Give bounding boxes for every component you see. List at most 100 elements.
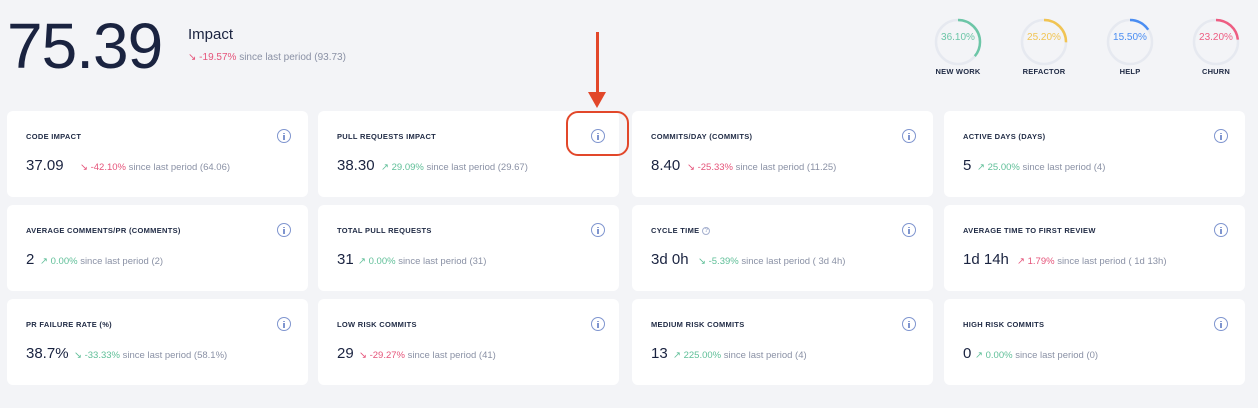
metric-value: 38.30 <box>337 157 375 174</box>
donut-new-work[interactable]: 36.10% NEW WORK <box>931 17 982 79</box>
metric-change-text: since last period ( 3d 4h) <box>741 256 846 267</box>
trend-up-icon: ↗ <box>673 350 681 361</box>
impact-change-percent: -19.57% <box>199 52 237 63</box>
metric-value: 13 <box>651 345 668 362</box>
impact-score: 75.39 <box>7 10 163 82</box>
trend-down-icon: ↘ <box>698 256 706 267</box>
metric-title: AVERAGE TIME TO FIRST REVIEW <box>963 226 1096 235</box>
metric-card-low-risk-commits: LOW RISK COMMITS 29 ↘ -29.27% since last… <box>318 299 619 385</box>
donut-label: CHURN <box>1201 67 1231 76</box>
metric-change-percent: 225.00% <box>683 350 722 361</box>
impact-change-text: since last period (93.73) <box>239 52 346 63</box>
metric-change-text: since last period (31) <box>398 256 487 267</box>
metric-title: TOTAL PULL REQUESTS <box>337 226 432 235</box>
donut-label: NEW WORK <box>935 67 981 76</box>
info-icon[interactable] <box>1214 317 1228 331</box>
metric-change-percent: 25.00% <box>987 162 1020 173</box>
metric-change-percent: 29.09% <box>391 162 424 173</box>
metric-change-text: since last period (58.1%) <box>122 350 228 361</box>
metric-title: MEDIUM RISK COMMITS <box>651 320 745 329</box>
metric-title-row: CYCLE TIME? <box>651 226 711 235</box>
metric-title: PULL REQUESTS IMPACT <box>337 132 437 141</box>
impact-change: ↘ -19.57% since last period (93.73) <box>188 52 346 63</box>
info-icon[interactable] <box>277 223 291 237</box>
trend-up-icon: ↗ <box>40 256 48 267</box>
metric-change: ↗ 25.00% since last period (4) <box>977 162 1105 173</box>
trend-down-icon: ↘ <box>687 162 695 173</box>
trend-down-icon: ↘ <box>74 350 82 361</box>
donut-percent: 36.10% <box>941 32 975 43</box>
info-icon[interactable] <box>1214 129 1228 143</box>
metric-value: 1d 14h <box>963 251 1009 268</box>
metric-value: 38.7% <box>26 345 69 362</box>
trend-down-icon: ↘ <box>188 52 197 63</box>
metric-change-percent: 0.00% <box>985 350 1013 361</box>
donut-percent: 25.20% <box>1027 32 1061 43</box>
donut-label: REFACTOR <box>1022 67 1066 76</box>
info-icon[interactable] <box>902 223 916 237</box>
impact-header: 75.39 Impact ↘ -19.57% since last period… <box>0 0 1258 100</box>
metric-change: ↗ 0.00% since last period (31) <box>358 256 486 267</box>
metric-change-text: since last period (11.25) <box>735 162 837 173</box>
info-icon[interactable] <box>902 129 916 143</box>
metric-change: ↘ -33.33% since last period (58.1%) <box>74 350 227 361</box>
info-icon[interactable] <box>902 317 916 331</box>
impact-title: Impact <box>188 26 234 43</box>
metric-change: ↗ 225.00% since last period (4) <box>673 350 807 361</box>
metric-change: ↗ 29.09% since last period (29.67) <box>381 162 528 173</box>
donut-refactor[interactable]: 25.20% REFACTOR <box>1017 17 1068 79</box>
donut-percent: 15.50% <box>1113 32 1147 43</box>
metric-value: 37.09 <box>26 157 64 174</box>
annotation-arrow <box>596 32 599 94</box>
metric-card-cycle-time: CYCLE TIME? 3d 0h ↘ -5.39% since last pe… <box>632 205 933 291</box>
metric-card-high-risk-commits: HIGH RISK COMMITS 0 ↗ 0.00% since last p… <box>944 299 1245 385</box>
metric-change-percent: 0.00% <box>50 256 78 267</box>
annotation-highlight <box>566 111 629 156</box>
metric-card-active-days: ACTIVE DAYS (DAYS) 5 ↗ 25.00% since last… <box>944 111 1245 197</box>
metric-title: CODE IMPACT <box>26 132 82 141</box>
metric-value: 31 <box>337 251 354 268</box>
donut-churn[interactable]: 23.20% CHURN <box>1189 17 1240 79</box>
help-icon[interactable]: ? <box>702 227 711 235</box>
trend-down-icon: ↘ <box>359 350 367 361</box>
metric-card-average-time-to-first-review: AVERAGE TIME TO FIRST REVIEW 1d 14h ↗ 1.… <box>944 205 1245 291</box>
trend-up-icon: ↗ <box>1017 256 1025 267</box>
metric-value: 5 <box>963 157 972 174</box>
donut-label: HELP <box>1119 67 1141 76</box>
info-icon[interactable] <box>591 223 605 237</box>
metric-card-average-comments-per-pr: AVERAGE COMMENTS/PR (COMMENTS) 2 ↗ 0.00%… <box>7 205 308 291</box>
metric-value: 29 <box>337 345 354 362</box>
metric-change-percent: -33.33% <box>84 350 120 361</box>
metric-change-text: since last period (4) <box>723 350 807 361</box>
trend-down-icon: ↘ <box>80 162 88 173</box>
metric-card-pr-failure-rate: PR FAILURE RATE (%) 38.7% ↘ -33.33% sinc… <box>7 299 308 385</box>
metric-value: 3d 0h <box>651 251 689 268</box>
annotation-arrow-head <box>588 92 606 108</box>
metric-change-text: since last period (4) <box>1022 162 1106 173</box>
metric-title: AVERAGE COMMENTS/PR (COMMENTS) <box>26 226 181 235</box>
metric-value: 2 <box>26 251 35 268</box>
info-icon[interactable] <box>277 129 291 143</box>
metric-change: ↗ 0.00% since last period (0) <box>975 350 1098 361</box>
info-icon[interactable] <box>277 317 291 331</box>
trend-up-icon: ↗ <box>381 162 389 173</box>
metric-change-percent: -29.27% <box>369 350 405 361</box>
metric-change-percent: 0.00% <box>368 256 396 267</box>
metric-change-percent: -25.33% <box>697 162 733 173</box>
metric-change: ↗ 0.00% since last period (2) <box>40 256 163 267</box>
metric-value: 8.40 <box>651 157 681 174</box>
metric-change: ↘ -25.33% since last period (11.25) <box>687 162 836 173</box>
metric-change-percent: -5.39% <box>708 256 739 267</box>
donut-help[interactable]: 15.50% HELP <box>1103 17 1154 79</box>
metric-value: 0 <box>963 345 972 362</box>
info-icon[interactable] <box>591 317 605 331</box>
trend-up-icon: ↗ <box>358 256 366 267</box>
metric-change-text: since last period (0) <box>1015 350 1099 361</box>
metric-card-medium-risk-commits: MEDIUM RISK COMMITS 13 ↗ 225.00% since l… <box>632 299 933 385</box>
metric-title: COMMITS/DAY (COMMITS) <box>651 132 753 141</box>
metric-card-code-impact: CODE IMPACT 37.09 ↘ -42.10% since last p… <box>7 111 308 197</box>
info-icon[interactable] <box>1214 223 1228 237</box>
metric-change-text: since last period (41) <box>407 350 496 361</box>
metric-title: HIGH RISK COMMITS <box>963 320 1045 329</box>
metric-change-percent: -42.10% <box>90 162 126 173</box>
